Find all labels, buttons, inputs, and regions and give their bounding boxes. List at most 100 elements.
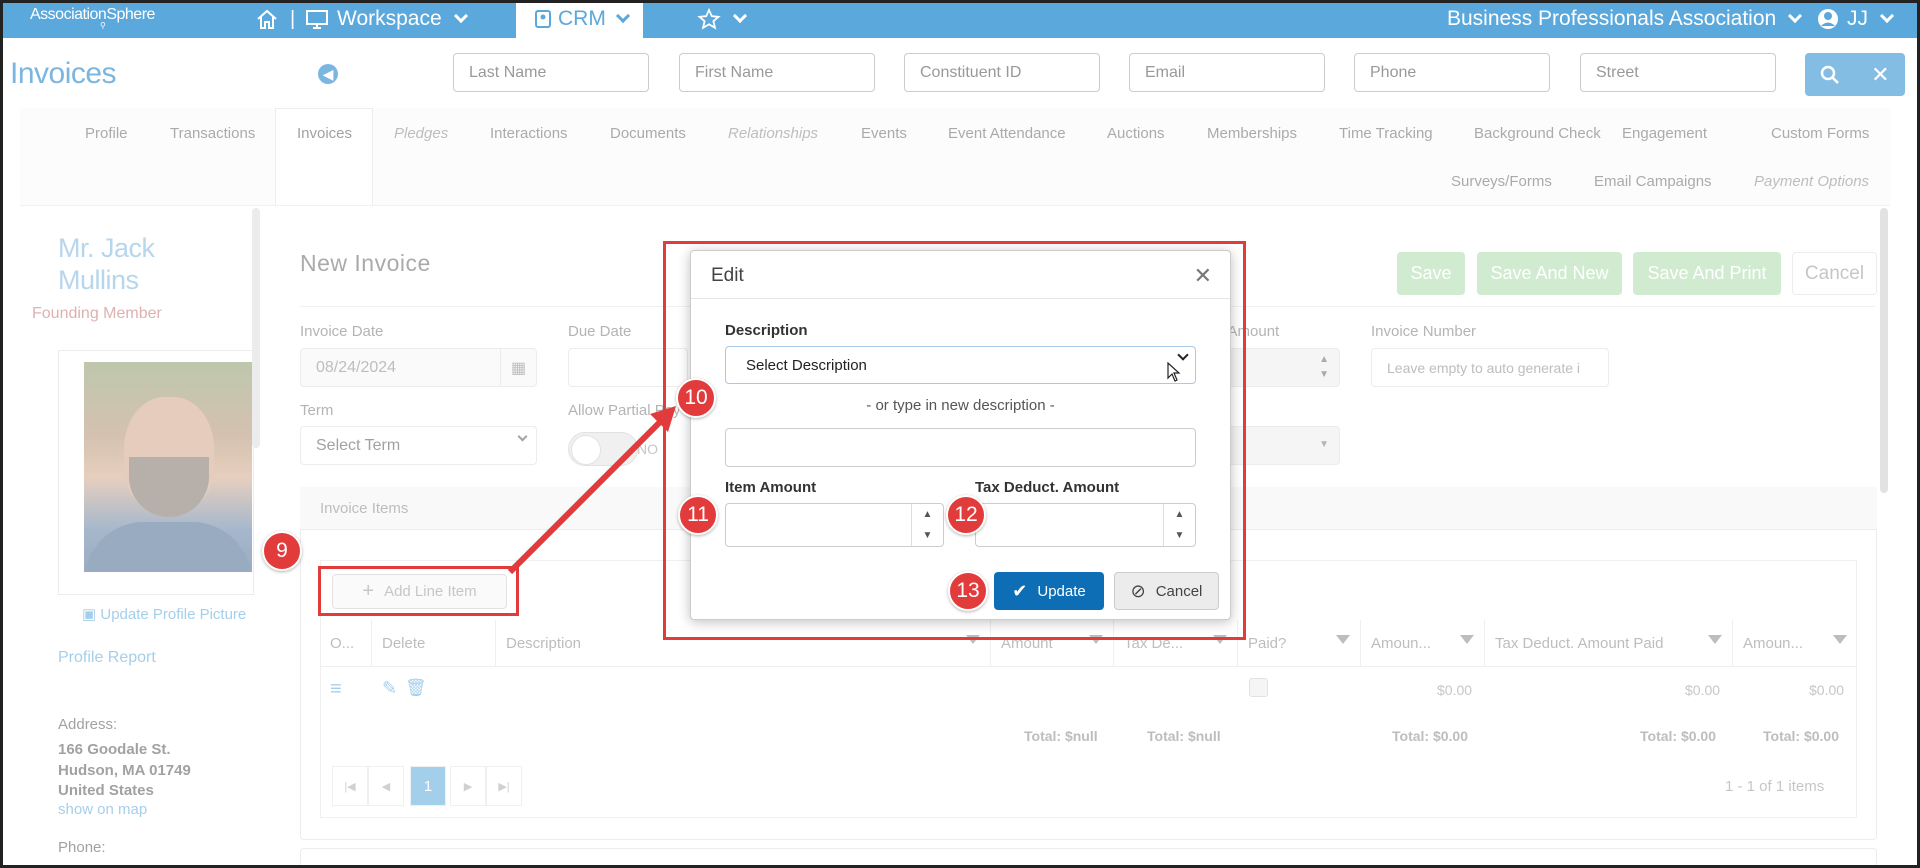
constituent-id-input[interactable]: Constituent ID bbox=[904, 53, 1100, 92]
trash-icon[interactable]: 🗑 bbox=[405, 678, 427, 698]
tab-background-check[interactable]: Background Check bbox=[1474, 125, 1601, 142]
chevron-down-icon bbox=[453, 8, 468, 24]
amount-paid-cell: $0.00 bbox=[1437, 682, 1473, 698]
paid-checkbox[interactable] bbox=[1249, 678, 1268, 697]
tab-event-attendance[interactable]: Event Attendance bbox=[948, 125, 1066, 142]
invoice-date-input[interactable]: 08/24/2024 ▦ bbox=[300, 348, 537, 387]
workspace-menu[interactable]: Workspace bbox=[305, 0, 468, 38]
cancel-button[interactable]: Cancel bbox=[1792, 252, 1877, 295]
tab-memberships[interactable]: Memberships bbox=[1207, 125, 1297, 142]
phone-label: Phone: bbox=[58, 839, 106, 856]
top-navigation-bar: AssociationSphere ⚲ | Workspace CRM Busin… bbox=[0, 0, 1920, 38]
last-name-input[interactable]: Last Name bbox=[453, 53, 649, 92]
prev-page-button[interactable]: ◀ bbox=[368, 766, 404, 806]
user-menu[interactable]: JJ bbox=[1817, 0, 1895, 38]
tab-engagement[interactable]: Engagement bbox=[1622, 125, 1707, 142]
step-badge-11: 11 bbox=[678, 495, 718, 535]
tab-time-tracking[interactable]: Time Tracking bbox=[1339, 125, 1433, 142]
invoice-number-label: Invoice Number bbox=[1371, 323, 1477, 340]
tab-events[interactable]: Events bbox=[861, 125, 907, 142]
profile-report-link[interactable]: Profile Report bbox=[58, 649, 156, 667]
total-tax: Total: $null bbox=[1147, 728, 1221, 744]
tab-documents[interactable]: Documents bbox=[610, 125, 686, 142]
tab-auctions[interactable]: Auctions bbox=[1107, 125, 1165, 142]
tab-active-marker bbox=[275, 108, 373, 205]
filter-icon bbox=[1460, 635, 1474, 644]
partial-payment-toggle[interactable]: NO bbox=[568, 432, 658, 466]
term-label: Term bbox=[300, 402, 334, 419]
crm-icon bbox=[535, 10, 551, 28]
save-and-print-button[interactable]: Save And Print bbox=[1633, 252, 1781, 295]
page-1-button[interactable]: 1 bbox=[410, 766, 446, 806]
save-button[interactable]: Save bbox=[1397, 252, 1465, 295]
tab-interactions[interactable]: Interactions bbox=[490, 125, 568, 142]
tab-transactions[interactable]: Transactions bbox=[170, 125, 255, 142]
invoice-number-input[interactable]: Leave empty to auto generate i bbox=[1371, 348, 1609, 387]
tab-custom-forms[interactable]: Custom Forms bbox=[1771, 125, 1869, 142]
email-input[interactable]: Email bbox=[1129, 53, 1325, 92]
user-circle-icon bbox=[1818, 9, 1838, 29]
chevron-down-icon bbox=[732, 8, 748, 24]
col-tax-paid[interactable]: Tax Deduct. Amount Paid bbox=[1485, 620, 1733, 666]
last-page-button[interactable]: ▶| bbox=[486, 766, 522, 806]
chevron-down-icon bbox=[517, 431, 528, 442]
first-name-input[interactable]: First Name bbox=[679, 53, 875, 92]
star-icon bbox=[697, 8, 721, 30]
amount-due-cell: $0.00 bbox=[1809, 682, 1845, 698]
tab-pledges[interactable]: Pledges bbox=[394, 125, 448, 142]
address-line-1: 166 Goodale St. bbox=[58, 741, 171, 758]
update-profile-picture-link[interactable]: ▣ Update Profile Picture bbox=[82, 605, 246, 623]
tab-profile[interactable]: Profile bbox=[85, 125, 128, 142]
calendar-icon[interactable]: ▦ bbox=[500, 349, 536, 386]
col-amount-paid[interactable]: Amoun... bbox=[1361, 620, 1485, 666]
tab-payment-options[interactable]: Payment Options bbox=[1754, 173, 1869, 190]
chevron-down-icon bbox=[1879, 8, 1895, 24]
total-amount-paid: Total: $0.00 bbox=[1392, 728, 1468, 744]
tab-surveys-forms[interactable]: Surveys/Forms bbox=[1451, 173, 1552, 190]
step-badge-13: 13 bbox=[948, 571, 988, 611]
edit-icon[interactable]: ✎ bbox=[382, 678, 397, 699]
crm-menu[interactable]: CRM bbox=[516, 0, 643, 38]
address-line-3: United States bbox=[58, 782, 154, 799]
col-paid[interactable]: Paid? bbox=[1238, 620, 1361, 666]
profile-name: Mr. Jack Mullins bbox=[58, 233, 155, 295]
tab-email-campaigns[interactable]: Email Campaigns bbox=[1594, 173, 1712, 190]
annotation-box-add-line bbox=[318, 566, 519, 616]
logo[interactable]: AssociationSphere ⚲ bbox=[30, 6, 155, 30]
step-badge-9: 9 bbox=[262, 531, 302, 571]
home-icon[interactable] bbox=[255, 0, 279, 38]
total-amount: Total: $null bbox=[1024, 728, 1098, 744]
form-title: New Invoice bbox=[300, 250, 431, 276]
chevron-down-icon bbox=[615, 8, 630, 24]
save-and-new-button[interactable]: Save And New bbox=[1477, 252, 1622, 295]
right-scrollbar[interactable] bbox=[1880, 208, 1888, 493]
filter-icon bbox=[1833, 635, 1847, 644]
tab-relationships[interactable]: Relationships bbox=[728, 125, 818, 142]
col-amount-due[interactable]: Amoun... bbox=[1733, 620, 1857, 666]
drag-handle-icon[interactable]: ≡ bbox=[330, 678, 342, 701]
col-delete[interactable]: Delete bbox=[372, 620, 496, 666]
search-button[interactable]: ✕ bbox=[1805, 53, 1905, 96]
address-label: Address: bbox=[58, 716, 118, 733]
close-icon[interactable]: ✕ bbox=[1871, 62, 1889, 88]
phone-input[interactable]: Phone bbox=[1354, 53, 1550, 92]
separator: | bbox=[290, 7, 296, 30]
page-title: Invoices bbox=[10, 57, 117, 90]
show-on-map-link[interactable]: show on map bbox=[58, 801, 147, 818]
first-page-button[interactable]: |◀ bbox=[332, 766, 368, 806]
total-tax-paid: Total: $0.00 bbox=[1640, 728, 1716, 744]
col-order[interactable]: O... bbox=[320, 620, 372, 666]
organization-menu[interactable]: Business Professionals Association bbox=[1447, 0, 1803, 38]
step-badge-12: 12 bbox=[946, 495, 986, 535]
filter-icon bbox=[1336, 635, 1350, 644]
favorites-menu[interactable] bbox=[697, 0, 748, 38]
term-select[interactable]: Select Term bbox=[300, 426, 537, 465]
pager-summary: 1 - 1 of 1 items bbox=[1725, 778, 1825, 795]
street-input[interactable]: Street bbox=[1580, 53, 1776, 92]
tab-invoices[interactable]: Invoices bbox=[297, 125, 352, 142]
next-page-button[interactable]: ▶ bbox=[450, 766, 486, 806]
back-arrow-icon[interactable]: ◀ bbox=[318, 64, 338, 84]
member-type: Founding Member bbox=[32, 305, 162, 322]
invoice-date-label: Invoice Date bbox=[300, 323, 384, 340]
profile-photo bbox=[84, 362, 252, 572]
